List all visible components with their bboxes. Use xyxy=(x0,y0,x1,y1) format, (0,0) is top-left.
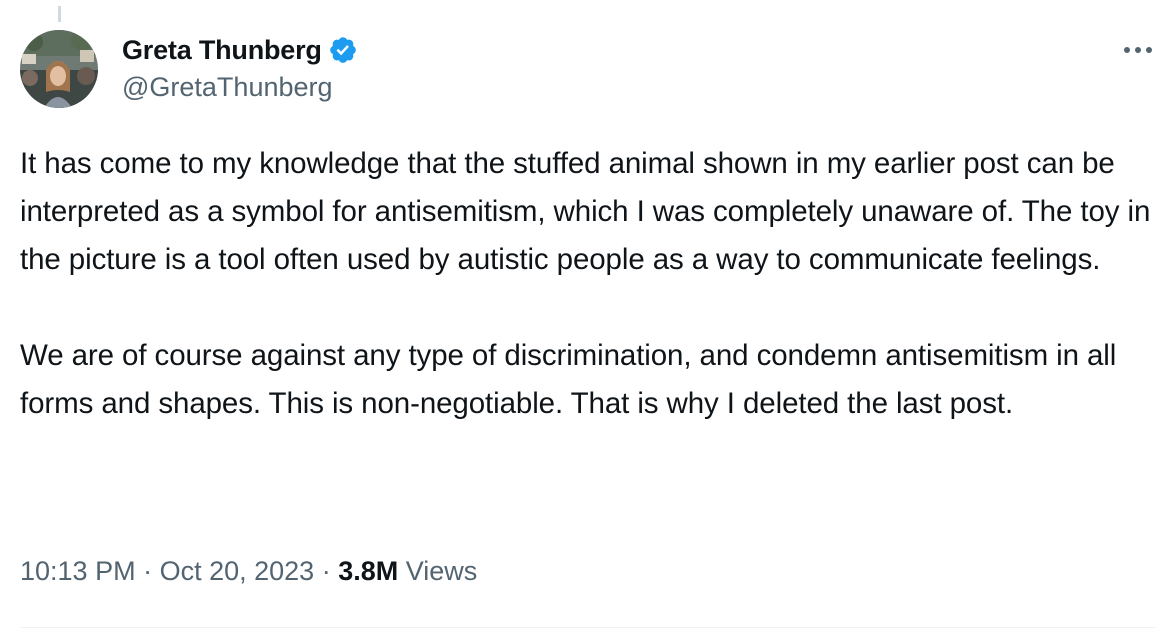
views-label: Views xyxy=(398,556,478,586)
views-count[interactable]: 3.8M xyxy=(338,556,398,586)
more-options-icon[interactable] xyxy=(1120,38,1156,62)
meta-separator: · xyxy=(135,556,160,586)
author-handle[interactable]: @GretaThunberg xyxy=(122,72,358,103)
tweet-body: It has come to my knowledge that the stu… xyxy=(20,140,1160,428)
verified-badge-icon[interactable] xyxy=(328,35,358,65)
tweet-time[interactable]: 10:13 PM xyxy=(20,556,136,586)
profile-photo xyxy=(20,30,98,108)
tweet-date[interactable]: Oct 20, 2023 xyxy=(160,556,315,586)
meta-separator: · xyxy=(314,556,339,586)
name-row: Greta Thunberg xyxy=(122,32,358,68)
author-block: Greta Thunberg @GretaThunberg xyxy=(122,32,358,103)
tweet-meta: 10:13 PM · Oct 20, 2023 · 3.8M Views xyxy=(20,556,477,587)
avatar[interactable] xyxy=(20,30,98,108)
thread-connector-line xyxy=(58,6,61,22)
tweet-header: Greta Thunberg @GretaThunberg xyxy=(20,30,1156,112)
tweet-paragraph: We are of course against any type of dis… xyxy=(20,339,1117,420)
divider xyxy=(20,627,1156,628)
author-display-name[interactable]: Greta Thunberg xyxy=(122,35,322,66)
tweet-paragraph: It has come to my knowledge that the stu… xyxy=(20,147,1151,276)
